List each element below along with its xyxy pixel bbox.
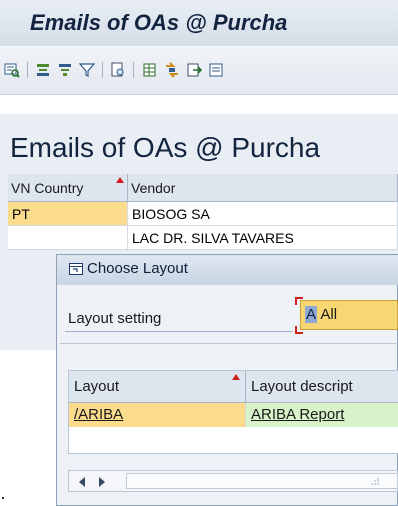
dialog-window-icon	[69, 263, 83, 275]
details-icon[interactable]	[4, 62, 20, 78]
scroll-left-icon[interactable]	[79, 477, 85, 487]
table-cell-layout[interactable]: /ARIBA	[69, 403, 246, 427]
table-cell-description[interactable]: ARIBA Report	[246, 403, 398, 427]
layout-change-icon[interactable]	[164, 62, 180, 78]
dialog-separator	[60, 343, 398, 344]
column-header-vendor[interactable]: Vendor	[128, 174, 398, 202]
label-underline	[65, 331, 293, 332]
dialog-title: Choose Layout	[87, 260, 188, 277]
toolbar-separator	[102, 62, 103, 78]
filter-icon[interactable]	[79, 62, 95, 78]
focus-marker	[295, 297, 303, 305]
table-cell-vendor[interactable]: LAC DR. SILVA TAVARES	[128, 226, 398, 250]
column-header-vn-country[interactable]: VN Country	[8, 174, 128, 202]
print-preview-icon[interactable]	[110, 62, 126, 78]
layout-setting-label: Layout setting	[68, 310, 162, 327]
layout-table: Layout Layout descript /ARIBA ARIBA Repo…	[68, 370, 398, 454]
column-header-label: VN Country	[11, 180, 84, 196]
word-processing-icon[interactable]	[208, 62, 224, 78]
sort-indicator-icon	[116, 177, 124, 183]
grip-icon	[371, 478, 379, 485]
selected-text: A	[305, 306, 318, 323]
table-cell-country[interactable]	[8, 226, 128, 250]
toolbar-separator	[133, 62, 134, 78]
export-file-icon[interactable]	[186, 62, 202, 78]
column-header-layout[interactable]: Layout	[69, 371, 246, 403]
column-header-label: Vendor	[131, 180, 176, 196]
table-cell-country[interactable]: PT	[8, 202, 128, 226]
column-header-label: Layout descript	[251, 378, 353, 395]
sort-indicator-icon	[232, 374, 240, 380]
scroll-right-icon[interactable]	[99, 477, 105, 487]
scrollbar-thumb[interactable]	[126, 473, 398, 489]
sort-ascending-icon[interactable]	[35, 62, 51, 78]
layout-setting-field[interactable]: A All	[300, 300, 398, 330]
field-text: All	[317, 306, 338, 323]
window-title: Emails of OAs @ Purcha	[30, 10, 288, 35]
column-header-label: Layout	[74, 378, 120, 395]
toolbar-separator	[27, 62, 28, 78]
dialog-title-bar[interactable]: Choose Layout	[57, 255, 398, 285]
focus-marker	[295, 326, 303, 334]
table-cell-vendor[interactable]: BIOSOG SA	[128, 202, 398, 226]
report-title: Emails of OAs @ Purcha	[10, 132, 321, 163]
stray-dot	[2, 497, 4, 499]
spreadsheet-export-icon[interactable]	[141, 62, 157, 78]
column-header-layout-description[interactable]: Layout descript	[246, 371, 398, 403]
application-toolbar	[0, 46, 398, 95]
sort-descending-icon[interactable]	[57, 62, 73, 78]
title-bar: Emails of OAs @ Purcha	[0, 0, 398, 46]
